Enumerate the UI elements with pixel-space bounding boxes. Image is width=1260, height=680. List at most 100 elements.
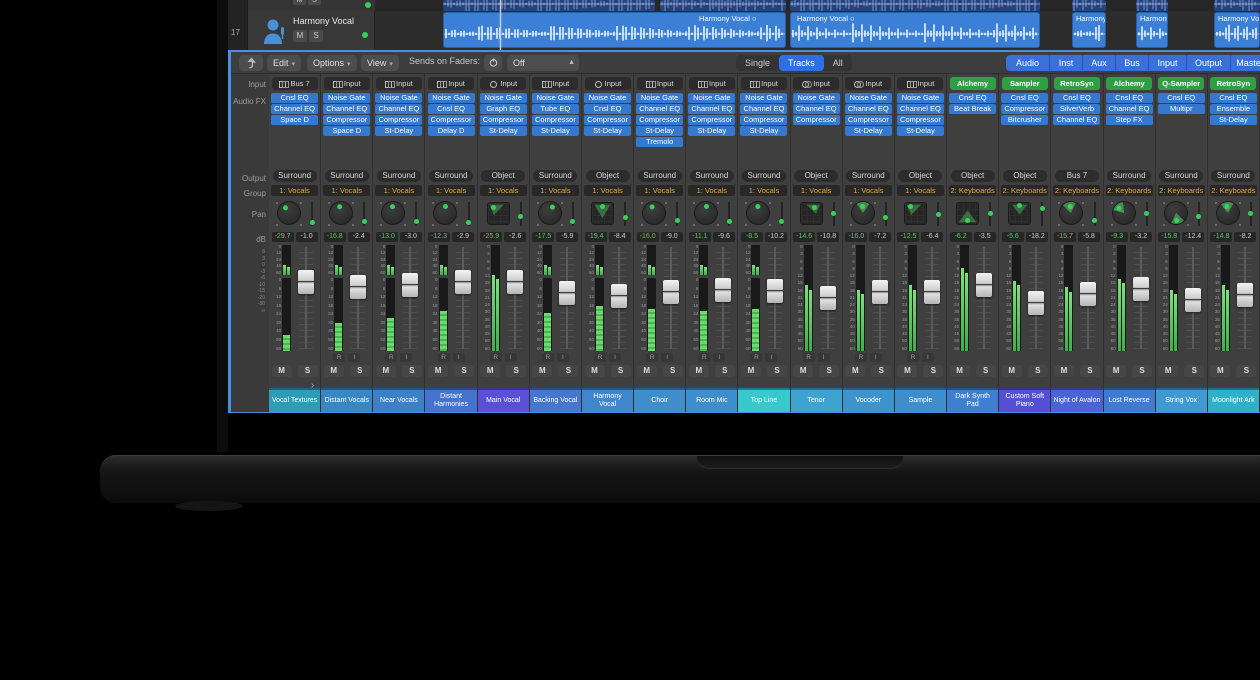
mute-button[interactable]: M	[1106, 365, 1126, 377]
filter-audio[interactable]: Audio	[1006, 55, 1050, 71]
fx-plugin-button[interactable]: Noise Gate	[740, 93, 787, 103]
solo-button[interactable]: S	[1236, 365, 1256, 377]
solo-button[interactable]: S	[1132, 365, 1152, 377]
input-slot-button[interactable]: Input	[897, 77, 943, 90]
output-slot-button[interactable]: Surround	[533, 170, 577, 182]
track-name-tab[interactable]: Main Vocal	[478, 388, 529, 412]
filter-mastervca[interactable]: Master/VCA	[1231, 55, 1260, 71]
fx-plugin-button[interactable]: Cnsl EQ	[1001, 93, 1048, 103]
audio-region[interactable]	[1072, 0, 1106, 11]
fx-plugin-button[interactable]: Noise Gate	[532, 93, 579, 103]
input-monitor-button[interactable]: I	[922, 353, 934, 362]
peak-value[interactable]: -10.8	[817, 232, 839, 242]
fx-plugin-button[interactable]: Cnsl EQ	[584, 104, 631, 114]
fx-plugin-button[interactable]: Cnsl EQ	[949, 93, 996, 103]
pan-knob[interactable]	[329, 201, 353, 225]
volume-fader[interactable]	[765, 245, 785, 351]
output-slot-button[interactable]: Surround	[429, 170, 473, 182]
mute-button[interactable]: M	[293, 0, 306, 5]
solo-button[interactable]: S	[558, 365, 578, 377]
peak-value[interactable]: -7.2	[869, 232, 891, 242]
pan-depth-slider[interactable]	[520, 202, 522, 226]
input-slot-button[interactable]: Input	[376, 77, 422, 90]
input-monitor-button[interactable]: I	[505, 353, 517, 362]
volume-fader[interactable]	[974, 245, 994, 351]
pan-knob[interactable]	[538, 201, 562, 225]
mute-button[interactable]: M	[1054, 365, 1074, 377]
fx-plugin-button[interactable]: Compressor	[1001, 104, 1048, 114]
mute-button[interactable]: M	[793, 365, 813, 377]
pan-knob[interactable]	[1112, 201, 1136, 225]
fx-plugin-button[interactable]: Compressor	[480, 115, 527, 125]
output-slot-button[interactable]: Surround	[1211, 170, 1255, 182]
peak-value[interactable]: -3.2	[1130, 232, 1152, 242]
gain-value[interactable]: -16.8	[324, 232, 346, 242]
fader-cap[interactable]	[611, 284, 627, 308]
fx-plugin-button[interactable]: Cnsl EQ	[428, 104, 475, 114]
fader-cap[interactable]	[976, 273, 992, 297]
fx-plugin-button[interactable]: Noise Gate	[323, 93, 370, 103]
fx-plugin-button[interactable]: Graph EQ	[480, 104, 527, 114]
fader-cap[interactable]	[1028, 291, 1044, 315]
output-slot-button[interactable]: Surround	[742, 170, 786, 182]
fader-cap[interactable]	[455, 270, 471, 294]
fader-cap[interactable]	[715, 278, 731, 302]
mute-button[interactable]: M	[480, 365, 500, 377]
solo-button[interactable]: S	[767, 365, 787, 377]
track-name-tab[interactable]: Lost Reverse	[1104, 388, 1155, 412]
input-slot-button[interactable]: Input	[793, 77, 839, 90]
audio-region[interactable]	[443, 0, 655, 11]
fx-plugin-button[interactable]: Noise Gate	[636, 93, 683, 103]
gain-value[interactable]: -16.0	[845, 232, 867, 242]
group-slot-button[interactable]: 2: Keyboards	[1210, 185, 1257, 196]
solo-button[interactable]: S	[819, 365, 839, 377]
input-slot-button[interactable]: Bus 7	[272, 77, 318, 90]
gain-value[interactable]: -14.6	[793, 232, 815, 242]
peak-value[interactable]: -6.4	[921, 232, 943, 242]
record-enable-button[interactable]: R	[594, 353, 606, 362]
record-enable-button[interactable]: R	[698, 353, 710, 362]
fx-plugin-button[interactable]: Noise Gate	[584, 93, 631, 103]
fader-cap[interactable]	[507, 270, 523, 294]
track-name-tab[interactable]: Distant Harmonies	[425, 388, 476, 412]
filter-input[interactable]: Input	[1149, 55, 1187, 71]
record-enable-button[interactable]: R	[646, 353, 658, 362]
solo-button[interactable]: S	[454, 365, 474, 377]
input-slot-button[interactable]: Input	[480, 77, 526, 90]
fader-cap[interactable]	[298, 270, 314, 294]
fader-cap[interactable]	[1185, 288, 1201, 312]
fx-plugin-button[interactable]: Compressor	[428, 115, 475, 125]
edit-menu[interactable]: Edit▾	[267, 55, 301, 71]
audio-region[interactable]: Harmony Vocal	[1214, 12, 1260, 48]
gain-value[interactable]: -19.4	[585, 232, 607, 242]
output-slot-button[interactable]: Surround	[846, 170, 890, 182]
fx-plugin-button[interactable]: Channel EQ	[793, 104, 840, 114]
mute-button[interactable]: M	[532, 365, 552, 377]
fader-cap[interactable]	[663, 280, 679, 304]
volume-fader[interactable]	[1183, 245, 1203, 351]
peak-value[interactable]: -5.9	[556, 232, 578, 242]
peak-value[interactable]: -12.4	[1182, 232, 1204, 242]
mute-button[interactable]: M	[950, 365, 970, 377]
group-slot-button[interactable]: 2: Keyboards	[949, 185, 996, 196]
pan-knob[interactable]	[851, 201, 875, 225]
input-monitor-button[interactable]: I	[870, 353, 882, 362]
mute-button[interactable]: M	[376, 365, 396, 377]
fx-plugin-button[interactable]: Noise Gate	[793, 93, 840, 103]
fx-plugin-button[interactable]: Compressor	[793, 115, 840, 125]
surround-pan-pad[interactable]	[800, 202, 823, 225]
output-slot-button[interactable]: Object	[1003, 170, 1047, 182]
track-name-tab[interactable]: Tenor	[791, 388, 842, 412]
mute-button[interactable]: M	[1002, 365, 1022, 377]
fx-plugin-button[interactable]: Channel EQ	[323, 104, 370, 114]
fx-plugin-button[interactable]: Channel EQ	[1053, 115, 1100, 125]
group-slot-button[interactable]: 2: Keyboards	[1053, 185, 1100, 196]
group-slot-button[interactable]: 1: Vocals	[375, 185, 422, 196]
input-monitor-button[interactable]: I	[713, 353, 725, 362]
record-enable-button[interactable]: R	[750, 353, 762, 362]
volume-fader[interactable]	[1235, 245, 1255, 351]
peak-value[interactable]: -2.6	[504, 232, 526, 242]
detach-window-button[interactable]	[239, 55, 263, 71]
input-monitor-button[interactable]: I	[609, 353, 621, 362]
options-menu[interactable]: Options▾	[307, 55, 357, 71]
